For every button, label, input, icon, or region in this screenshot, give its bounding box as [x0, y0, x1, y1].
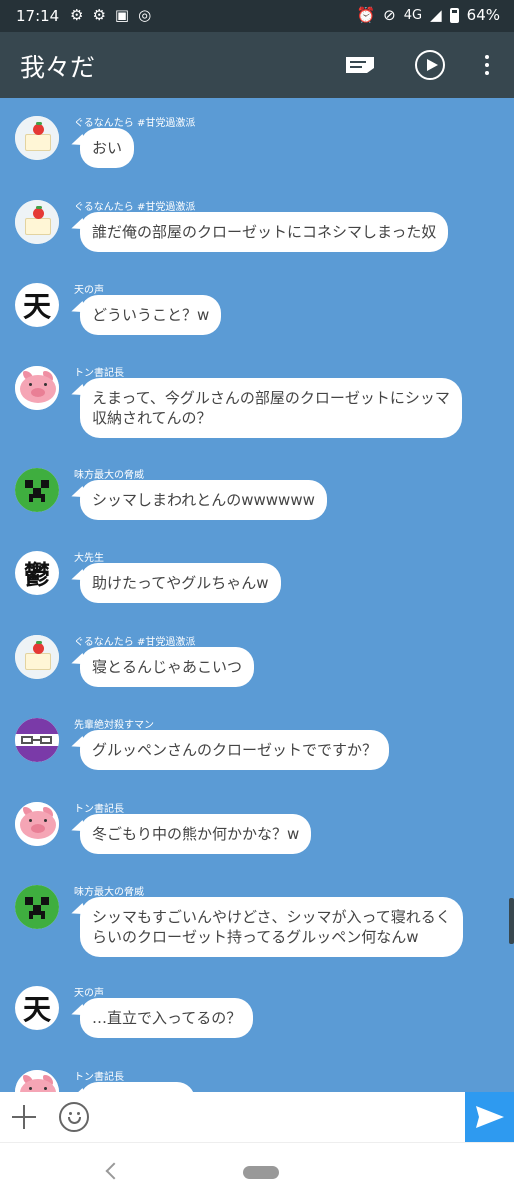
- avatar[interactable]: [15, 635, 59, 679]
- creeper-icon: [15, 885, 59, 929]
- kanji-avatar-icon: 鬱: [23, 560, 50, 591]
- message-bubble[interactable]: …直立で入ってるの？: [80, 998, 254, 1038]
- message-line: シッマもすごいんやけどさ、シッマが入って寝れるく: [92, 908, 451, 926]
- cake-icon: [15, 635, 59, 679]
- sender-name: 天の声: [74, 285, 104, 296]
- send-icon: [475, 1106, 504, 1128]
- cake-icon: [15, 200, 59, 244]
- sender-name: トン書記長: [74, 804, 124, 815]
- message-icon-graphic: [346, 57, 374, 73]
- avatar[interactable]: 鬱: [15, 551, 59, 595]
- creeper-icon: [15, 468, 59, 512]
- message-line: らいのクローゼット持ってるグルッペン何なんw: [92, 928, 419, 946]
- gear-icon: ⚙: [92, 6, 106, 24]
- avatar[interactable]: [15, 885, 59, 929]
- message-bubble[interactable]: [80, 1082, 195, 1092]
- battery-percent: 64%: [466, 6, 500, 24]
- play-button[interactable]: [412, 47, 448, 83]
- sender-name: 味方最大の脅威: [74, 470, 144, 481]
- avatar[interactable]: [15, 802, 59, 846]
- pig-icon: [15, 802, 59, 846]
- system-nav-bar: [0, 1142, 514, 1200]
- avatar[interactable]: [15, 1070, 59, 1092]
- more-options-button[interactable]: [469, 47, 505, 83]
- message-icon[interactable]: [342, 47, 378, 83]
- cake-icon: [15, 116, 59, 160]
- status-notification-icons: ⚙ ⚙ ▣ ◎: [70, 6, 151, 24]
- avatar[interactable]: 天: [15, 283, 59, 327]
- status-bar: 17:14 ⚙ ⚙ ▣ ◎ ⏰ ⊘ 4G ◢ 64%: [0, 0, 514, 32]
- message-bubble[interactable]: シッマしまわれとんのwwwwww: [80, 480, 327, 520]
- home-pill[interactable]: [243, 1166, 279, 1179]
- more-vert-icon: [485, 55, 489, 75]
- pig-icon: [15, 366, 59, 410]
- message-input-bar: [0, 1092, 514, 1142]
- sender-name: ぐるなんたら #甘党過激派: [74, 637, 196, 648]
- message-bubble[interactable]: シッマもすごいんやけどさ、シッマが入って寝れるく らいのクローゼット持ってるグル…: [80, 897, 463, 957]
- play-icon: [415, 50, 445, 80]
- message-bubble[interactable]: おい: [80, 128, 135, 168]
- sim-icon: ▣: [114, 6, 130, 24]
- emoji-icon[interactable]: [59, 1102, 89, 1132]
- kanji-avatar-icon: 天: [22, 290, 51, 323]
- sender-name: トン書記長: [74, 1072, 124, 1083]
- avatar[interactable]: 天: [15, 986, 59, 1030]
- message-bubble[interactable]: 助けたってやグルちゃんw: [80, 563, 281, 603]
- sender-name: 味方最大の脅威: [74, 887, 144, 898]
- message-line: 収納されてんの？: [92, 409, 212, 427]
- mask-icon: [15, 718, 59, 762]
- message-bubble[interactable]: 冬ごもり中の熊か何かかな？w: [80, 814, 312, 854]
- send-button[interactable]: [465, 1092, 514, 1142]
- kanji-avatar-icon: 天: [22, 993, 51, 1026]
- browser-icon: ◎: [138, 6, 152, 24]
- message-bubble[interactable]: えまって、今グルさんの部屋のクローゼットにシッマ 収納されてんの？: [80, 378, 462, 438]
- page-title: 我々だ: [20, 53, 96, 82]
- sender-name: 大先生: [74, 553, 104, 564]
- sender-name: 先輩絶対殺すマン: [74, 720, 154, 731]
- avatar[interactable]: [15, 200, 59, 244]
- gear-icon: ⚙: [70, 6, 84, 24]
- message-line: えまって、今グルさんの部屋のクローゼットにシッマ: [92, 389, 450, 407]
- avatar[interactable]: [15, 116, 59, 160]
- app-bar: 我々だ: [0, 32, 514, 98]
- sender-name: 天の声: [74, 988, 104, 999]
- avatar[interactable]: [15, 718, 59, 762]
- avatar[interactable]: [15, 468, 59, 512]
- sender-name: ぐるなんたら #甘党過激派: [74, 118, 196, 129]
- sender-name: トン書記長: [74, 368, 124, 379]
- sender-name: ぐるなんたら #甘党過激派: [74, 202, 196, 213]
- network-type: 4G: [403, 7, 423, 23]
- plus-icon[interactable]: [10, 1103, 38, 1131]
- status-system-icons: ⏰ ⊘ 4G ◢ 64%: [356, 6, 500, 24]
- avatar[interactable]: [15, 366, 59, 410]
- message-bubble[interactable]: 誰だ俺の部屋のクローゼットにコネシマしまった奴: [80, 212, 449, 252]
- mute-icon: ⊘: [383, 6, 396, 24]
- message-bubble[interactable]: 寝とるんじゃあこいつ: [80, 647, 255, 687]
- signal-icon: ◢: [430, 6, 442, 24]
- pig-icon: [15, 1070, 59, 1092]
- message-bubble[interactable]: どういうこと？w: [80, 295, 222, 335]
- chat-area[interactable]: ぐるなんたら #甘党過激派 おい ぐるなんたら #甘党過激派 誰だ俺の部屋のクロ…: [0, 98, 514, 1092]
- back-icon[interactable]: [105, 1162, 123, 1180]
- message-bubble[interactable]: グルッペンさんのクローゼットでですか？: [80, 730, 390, 770]
- message-input[interactable]: [100, 1098, 458, 1136]
- alarm-icon: ⏰: [356, 6, 376, 24]
- scrollbar-thumb[interactable]: [509, 898, 514, 944]
- battery-icon: [449, 7, 459, 23]
- status-time: 17:14: [16, 7, 60, 25]
